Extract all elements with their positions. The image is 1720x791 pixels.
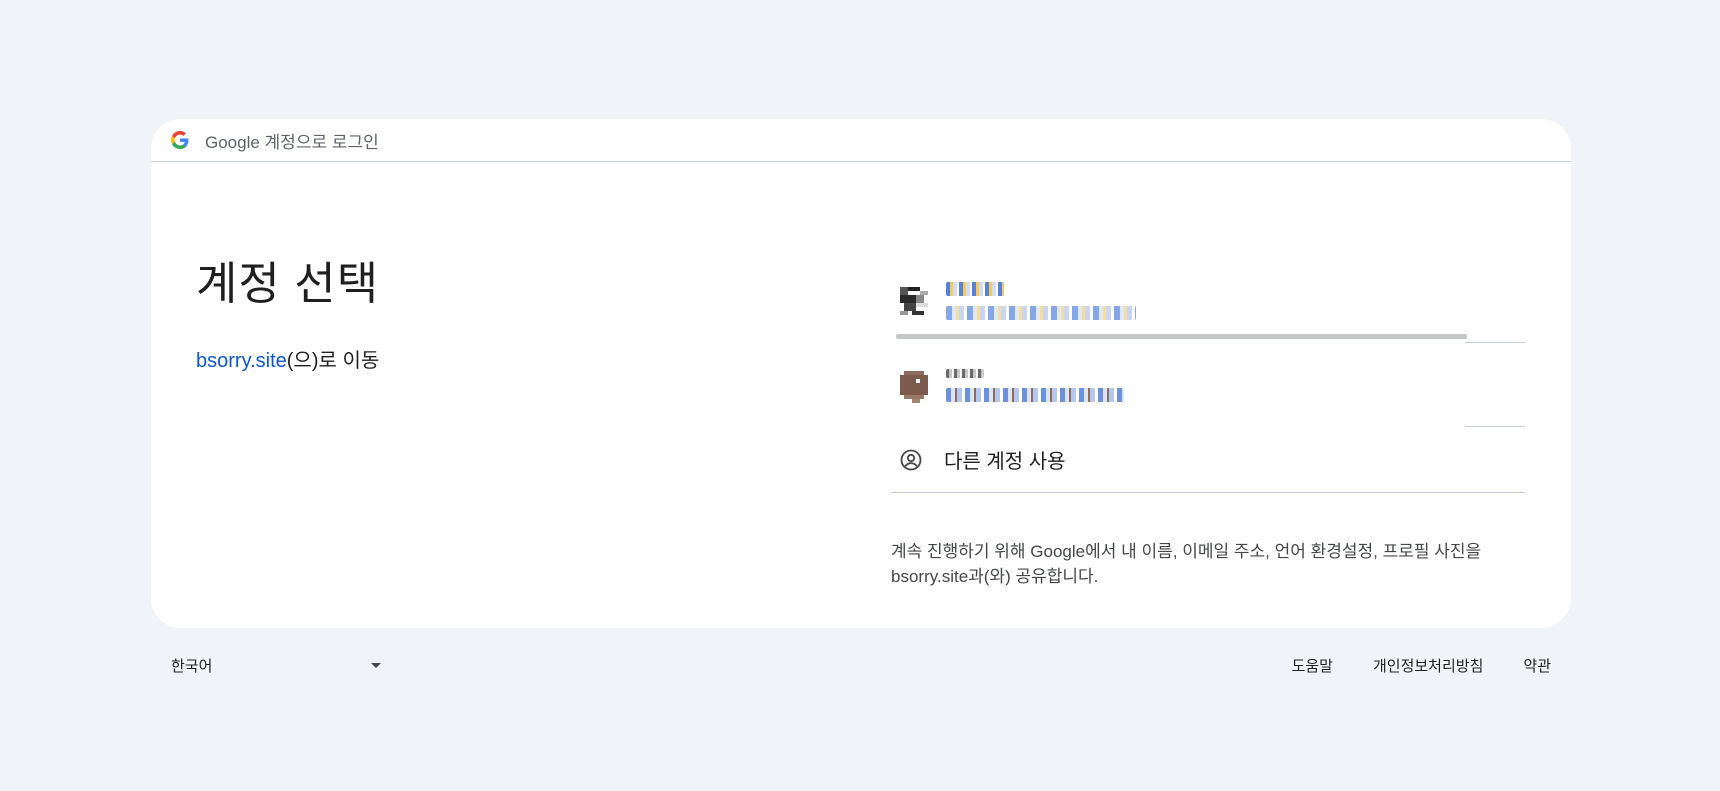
scrollbar[interactable]: [896, 334, 1467, 339]
language-selector[interactable]: 한국어: [171, 655, 381, 676]
site-link[interactable]: bsorry.site: [196, 350, 287, 372]
google-g-icon: [171, 131, 189, 149]
account-circle-icon: [900, 449, 922, 470]
account-text: [946, 368, 1124, 402]
account-email-redacted: [946, 387, 1124, 402]
terms-link[interactable]: 약관: [1523, 655, 1551, 676]
account-name-redacted: [946, 368, 984, 378]
card-header: Google 계정으로 로그인: [151, 119, 1571, 162]
language-label: 한국어: [171, 658, 213, 675]
privacy-link[interactable]: 개인정보처리방침: [1373, 655, 1483, 676]
page-title: 계정 선택: [196, 258, 380, 309]
footer: 한국어 도움말 개인정보처리방침 약관: [171, 655, 1551, 676]
use-another-account-label: 다른 계정 사용: [944, 451, 1066, 473]
header-title: Google 계정으로 로그인: [205, 132, 379, 152]
account-item[interactable]: [891, 259, 1525, 343]
avatar: [896, 283, 932, 319]
subtitle-suffix: (으)로 이동: [286, 350, 380, 372]
account-name-redacted: [946, 282, 1004, 296]
account-list: 다른 계정 사용 계속 진행하기 위해 Google에서 내 이름, 이메일 주…: [891, 259, 1525, 589]
destination-subtitle: bsorry.site(으)로 이동: [196, 344, 379, 373]
footer-links: 도움말 개인정보처리방침 약관: [1292, 655, 1551, 676]
privacy-notice: 계속 진행하기 위해 Google에서 내 이름, 이메일 주소, 언어 환경설…: [891, 542, 1482, 586]
help-link[interactable]: 도움말: [1292, 655, 1333, 676]
account-item[interactable]: [891, 343, 1525, 427]
avatar: [896, 367, 932, 403]
account-text: [946, 282, 1136, 320]
sign-in-card: Google 계정으로 로그인 계정 선택 bsorry.site(으)로 이동: [151, 119, 1571, 628]
account-email-redacted: [946, 306, 1136, 320]
use-another-account-button[interactable]: 다른 계정 사용: [891, 427, 1525, 493]
left-panel: 계정 선택 bsorry.site(으)로 이동: [196, 247, 379, 373]
divider: [1465, 426, 1525, 427]
chevron-down-icon: [371, 663, 381, 668]
